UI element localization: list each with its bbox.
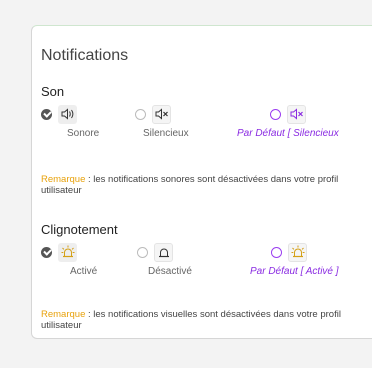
notifications-panel: Notifications Son Sonore Silencieux Par … [31, 25, 372, 339]
siren-on-icon [288, 242, 307, 262]
clignotement-option-label: Activé [70, 266, 98, 277]
siren-off-icon [154, 242, 173, 262]
radio-checked-icon[interactable] [41, 246, 52, 258]
son-option-label: Silencieux [143, 128, 189, 139]
radio-checked-icon[interactable] [41, 108, 52, 120]
siren-on-icon [58, 242, 77, 262]
clignotement-option-desactive[interactable]: Désactivé [137, 242, 192, 277]
radio-unchecked-icon[interactable] [135, 108, 146, 120]
remark-label: Remarque [41, 174, 86, 185]
remark-label: Remarque [41, 309, 86, 320]
son-option-defaut[interactable]: Par Défaut [ Silencieux [237, 104, 339, 139]
son-heading: Son [41, 84, 65, 99]
speaker-on-icon [58, 104, 77, 124]
son-remark: Remarque : les notifications sonores son… [41, 174, 372, 196]
clignotement-option-label: Désactivé [148, 266, 192, 277]
clignotement-option-label: Par Défaut [ Activé ] [250, 266, 339, 277]
panel-title: Notifications [41, 47, 129, 64]
son-option-sonore[interactable]: Sonore [41, 104, 99, 139]
clignotement-option-defaut[interactable]: Par Défaut [ Activé ] [250, 242, 339, 277]
radio-unchecked-icon[interactable] [271, 246, 282, 258]
speaker-mute-icon [152, 104, 171, 124]
remark-text: : les notifications sonores sont désacti… [41, 174, 339, 196]
radio-unchecked-icon[interactable] [137, 246, 148, 258]
son-option-label: Sonore [67, 128, 100, 139]
son-option-label: Par Défaut [ Silencieux [237, 128, 339, 139]
clignotement-option-active[interactable]: Activé [41, 242, 97, 277]
speaker-mute-icon [287, 104, 306, 124]
clignotement-heading: Clignotement [41, 222, 118, 237]
son-option-silencieux[interactable]: Silencieux [135, 104, 189, 139]
clignotement-remark: Remarque : les notifications visuelles s… [41, 309, 372, 331]
radio-unchecked-icon[interactable] [270, 108, 281, 120]
remark-text: : les notifications visuelles sont désac… [41, 309, 341, 331]
